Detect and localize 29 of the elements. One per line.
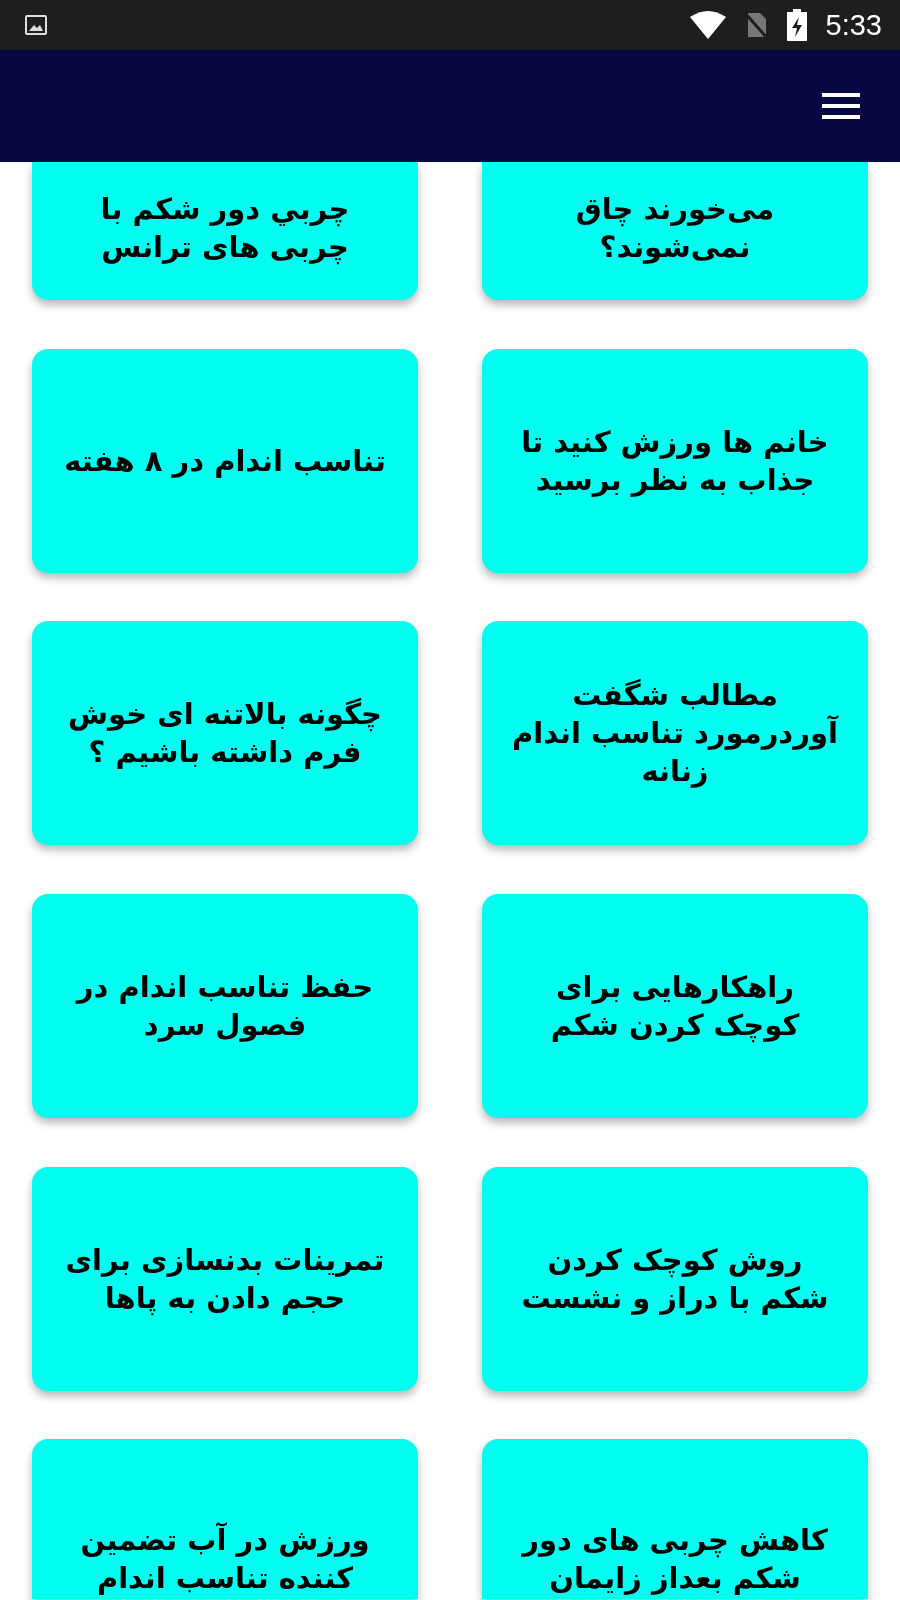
article-card[interactable]: خانم ها ورزش کنید تا جذاب به نظر برسید: [482, 348, 868, 573]
article-title: مطالب شگفت آوردرمورد تناسب اندام زنانه: [512, 677, 838, 791]
article-card[interactable]: می‌خورند چاق نمی‌شوند؟: [482, 162, 868, 300]
article-title: تمرینات بدنسازی برای حجم دادن به پاها: [64, 1241, 386, 1317]
article-title: ورزش در آب تضمین کننده تناسب اندام: [79, 1521, 371, 1598]
article-card[interactable]: تناسب اندام در ۸ هفته: [32, 348, 418, 573]
article-title: چگونه بالاتنه ای خوش فرم داشته باشیم ؟: [67, 696, 383, 772]
image-icon: [24, 13, 48, 37]
article-title: کاهش چربی های دور شکم بعداز زایمان: [520, 1522, 829, 1598]
article-card[interactable]: چربي دور شکم با چربی های ترانس: [32, 162, 418, 300]
battery-icon: [785, 9, 808, 41]
article-card[interactable]: کاهش چربی های دور شکم بعداز زایمان: [482, 1439, 868, 1600]
status-time: 5:33: [825, 8, 882, 42]
article-title: خانم ها ورزش کنید تا جذاب به نظر برسید: [520, 423, 830, 499]
article-card[interactable]: حفظ تناسب اندام در فصول سرد: [32, 894, 418, 1118]
article-card[interactable]: راهکارهایی برای کوچک کردن شکم: [482, 894, 868, 1118]
wifi-icon: [689, 11, 726, 39]
article-card[interactable]: مطالب شگفت آوردرمورد تناسب اندام زنانه: [482, 621, 868, 846]
article-card[interactable]: ورزش در آب تضمین کننده تناسب اندام: [32, 1439, 418, 1600]
menu-icon[interactable]: [822, 92, 860, 120]
article-card[interactable]: چگونه بالاتنه ای خوش فرم داشته باشیم ؟: [32, 621, 418, 846]
article-title: می‌خورند چاق نمی‌شوند؟: [574, 191, 776, 266]
article-card[interactable]: روش کوچک کردن شکم با دراز و نشست: [482, 1166, 868, 1391]
article-title: روش کوچک کردن شکم با دراز و نشست: [520, 1241, 830, 1317]
article-title: حفظ تناسب اندام در فصول سرد: [74, 969, 375, 1044]
article-title: چربي دور شکم با چربی های ترانس: [99, 191, 351, 266]
article-title: راهکارهایی برای کوچک کردن شکم: [549, 969, 801, 1044]
article-title: تناسب اندام در ۸ هفته: [64, 442, 386, 480]
article-card[interactable]: تمرینات بدنسازی برای حجم دادن به پاها: [32, 1166, 418, 1391]
